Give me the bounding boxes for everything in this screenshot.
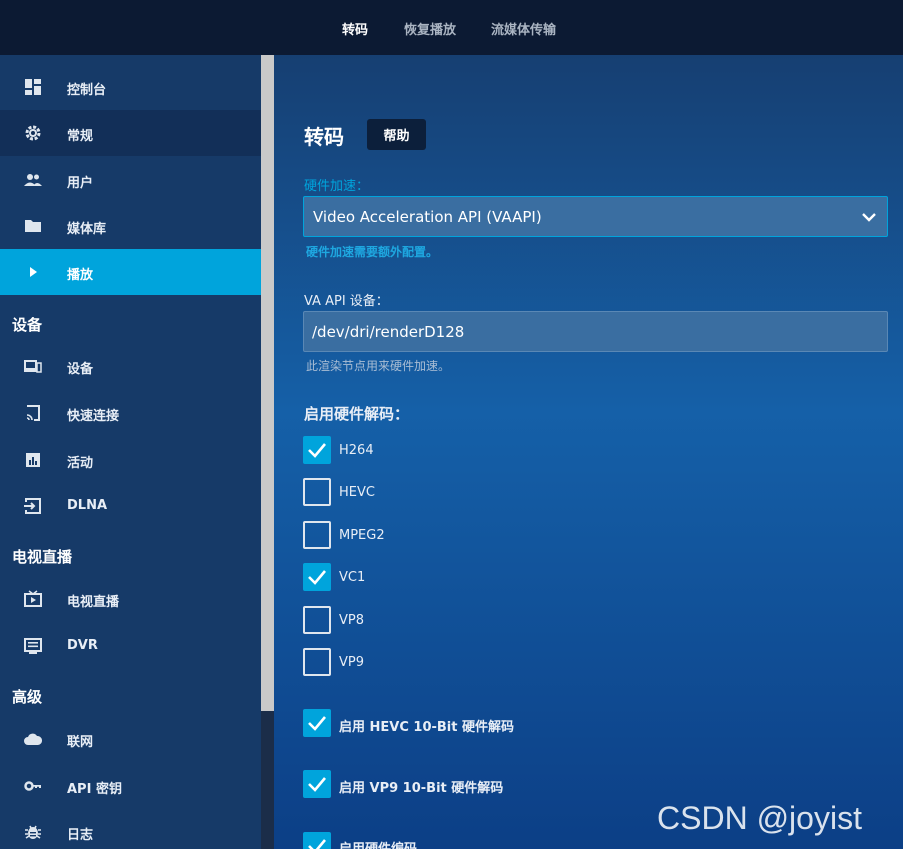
checkbox-vp9-10bit[interactable] <box>303 770 331 798</box>
sidebar-item-label: DVR <box>67 638 98 653</box>
checkbox-label-vp9-10bit: 启用 VP9 10-Bit 硬件解码 <box>339 781 504 796</box>
gear-icon <box>25 125 41 141</box>
hw-accel-label: 硬件加速： <box>304 179 370 194</box>
key-icon <box>24 781 41 791</box>
checkbox-hevc[interactable] <box>303 478 331 506</box>
sidebar-item-dlna[interactable]: DLNA <box>0 483 261 529</box>
sidebar-item-dvr[interactable]: DVR <box>0 623 261 669</box>
live-tv-icon <box>24 590 42 607</box>
sidebar-section-devices: 设备 <box>12 316 43 334</box>
bug-icon <box>25 825 41 839</box>
devices-icon <box>24 360 42 373</box>
va-device-hint: 此渲染节点用来硬件加速。 <box>306 359 451 373</box>
hw-accel-selected-value: Video Acceleration API (VAAPI) <box>313 208 542 226</box>
sidebar-section-live-tv: 电视直播 <box>12 548 73 566</box>
checkbox-vc1[interactable] <box>303 563 331 591</box>
page-title: 转码 <box>304 125 344 149</box>
sidebar-section-advanced: 高级 <box>12 688 43 706</box>
watermark: CSDN @joyist <box>657 800 862 836</box>
checkbox-label-hevc-10bit: 启用 HEVC 10-Bit 硬件解码 <box>339 720 515 735</box>
sidebar-item-label: 电视直播 <box>67 595 120 610</box>
play-icon <box>30 267 37 277</box>
checkbox-mpeg2[interactable] <box>303 521 331 549</box>
activity-chart-icon <box>26 453 40 467</box>
sidebar-item-activity[interactable]: 活动 <box>0 437 261 483</box>
checkbox-label-hevc: HEVC <box>339 485 375 500</box>
checkbox-vp9[interactable] <box>303 648 331 676</box>
cloud-icon <box>24 733 42 745</box>
hw-decode-title: 启用硬件解码： <box>304 405 410 423</box>
sidebar-item-devices[interactable]: 设备 <box>0 343 261 389</box>
sidebar-item-label: 日志 <box>67 828 94 843</box>
sidebar-item-label: 常规 <box>67 129 94 144</box>
checkbox-label-vp9: VP9 <box>339 655 365 670</box>
sidebar-item-libraries[interactable]: 媒体库 <box>0 203 261 249</box>
input-icon <box>24 498 41 514</box>
checkbox-h264[interactable] <box>303 436 331 464</box>
check-icon <box>308 443 326 458</box>
sidebar-item-quick-connect[interactable]: 快速连接 <box>0 390 261 436</box>
checkbox-hw-encoding[interactable] <box>303 832 331 849</box>
sidebar-item-label: 活动 <box>67 456 94 471</box>
check-icon <box>308 777 326 792</box>
sidebar-item-label: 播放 <box>67 268 94 283</box>
checkbox-label-mpeg2: MPEG2 <box>339 528 385 543</box>
sidebar-item-dashboard[interactable]: 控制台 <box>0 64 261 110</box>
sidebar-item-general[interactable]: 常规 <box>0 110 261 156</box>
sidebar-item-live-tv[interactable]: 电视直播 <box>0 576 261 622</box>
checkbox-vp8[interactable] <box>303 606 331 634</box>
sidebar-item-label: 快速连接 <box>67 409 120 424</box>
sidebar-item-users[interactable]: 用户 <box>0 157 261 203</box>
sidebar-item-label: 控制台 <box>67 83 107 98</box>
hw-accel-hint: 硬件加速需要额外配置。 <box>306 245 439 259</box>
tab-resume[interactable]: 恢复播放 <box>404 19 456 38</box>
checkbox-hevc-10bit[interactable] <box>303 709 331 737</box>
sidebar-scrollbar-thumb[interactable] <box>261 55 274 711</box>
va-device-label: VA API 设备： <box>304 294 389 309</box>
sidebar-item-label: 设备 <box>67 362 94 377</box>
va-device-input[interactable] <box>303 311 888 352</box>
sidebar-item-label: 媒体库 <box>67 222 107 237</box>
dashboard-icon <box>25 79 41 95</box>
checkbox-label-hw-encoding: 启用硬件编码 <box>339 838 417 849</box>
folder-icon <box>25 220 41 232</box>
users-icon <box>24 174 42 186</box>
sidebar-item-label: 用户 <box>67 176 94 191</box>
top-tab-bar: 转码 恢复播放 流媒体传输 <box>0 0 903 55</box>
checkbox-label-h264: H264 <box>339 443 374 458</box>
sidebar-item-label: API 密钥 <box>67 782 122 797</box>
sidebar-item-label: 联网 <box>67 735 94 750</box>
sidebar-item-logs[interactable]: 日志 <box>0 809 261 849</box>
sidebar-item-networking[interactable]: 联网 <box>0 716 261 762</box>
sidebar-item-label: DLNA <box>67 498 108 513</box>
sidebar-item-api-keys[interactable]: API 密钥 <box>0 763 261 809</box>
checkbox-label-vc1: VC1 <box>339 570 366 585</box>
cast-icon <box>26 405 40 421</box>
checkbox-label-vp8: VP8 <box>339 613 365 628</box>
check-icon <box>308 839 326 849</box>
tab-streaming[interactable]: 流媒体传输 <box>491 19 556 38</box>
tab-transcoding[interactable]: 转码 <box>342 19 368 38</box>
check-icon <box>308 570 326 585</box>
sidebar-item-playback[interactable]: 播放 <box>0 249 261 295</box>
dvr-icon <box>24 638 42 654</box>
check-icon <box>308 716 326 731</box>
hw-accel-select[interactable]: Video Acceleration API (VAAPI) <box>303 196 888 237</box>
help-button[interactable]: 帮助 <box>367 119 426 150</box>
chevron-down-icon <box>862 213 876 222</box>
